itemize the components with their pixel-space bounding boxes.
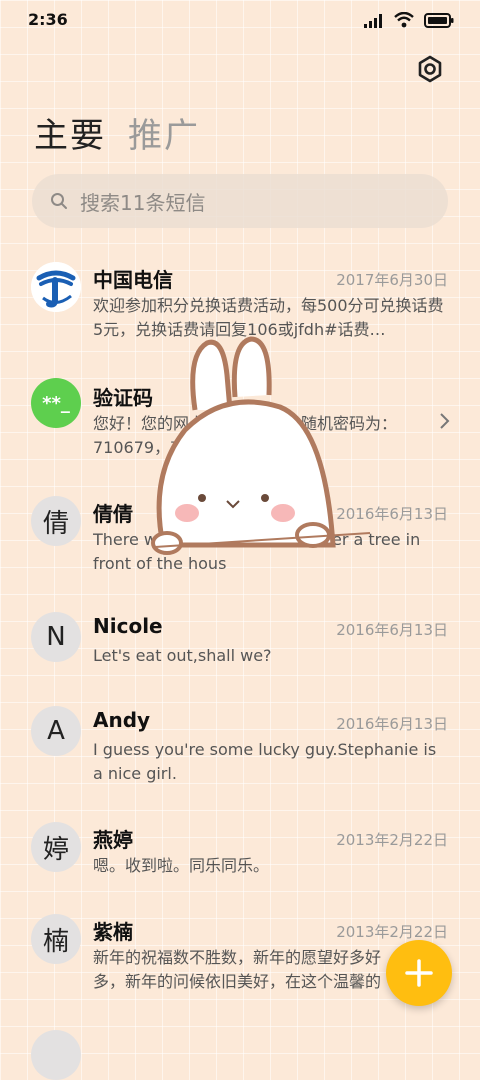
message-snippet: 欢迎参加积分兑换话费活动，每500分可兑换话费5元，兑换话费请回复106或jfd… xyxy=(93,296,444,339)
message-date: 2016年6月13日 xyxy=(336,621,448,639)
conversation-item[interactable]: 婷 燕婷 2013年2月22日 嗯。收到啦。同乐同乐。 xyxy=(0,822,480,892)
search-bar[interactable]: 搜索11条短信 xyxy=(32,174,448,228)
contact-name: Nicole xyxy=(93,614,163,638)
conversation-item[interactable]: 倩 倩倩 2016年6月13日 There was a table set ou… xyxy=(0,496,480,586)
compose-button[interactable] xyxy=(386,940,452,1006)
settings-gear-icon[interactable] xyxy=(414,53,446,85)
contact-name: 中国电信 xyxy=(93,268,173,292)
avatar: A xyxy=(31,706,81,756)
message-date: 2016年6月13日 xyxy=(336,715,448,733)
contact-name: Andy xyxy=(93,708,151,732)
search-icon xyxy=(51,193,67,209)
verification-avatar: **_ xyxy=(31,378,81,428)
avatar: 婷 xyxy=(31,822,81,872)
contact-name: 验证码 xyxy=(93,386,153,410)
tab-primary[interactable]: 主要 xyxy=(34,108,106,157)
signal-icon xyxy=(364,14,382,28)
tab-promotions[interactable]: 推广 xyxy=(128,108,200,157)
telecom-logo-avatar xyxy=(31,262,81,312)
conversation-item[interactable]: N Nicole 2016年6月13日 Let's eat out,shall … xyxy=(0,612,480,682)
avatar: 楠 xyxy=(31,914,81,964)
contact-name: 倩倩 xyxy=(93,502,133,526)
contact-name: 燕婷 xyxy=(93,828,133,852)
avatar: N xyxy=(31,612,81,662)
chevron-right-icon[interactable] xyxy=(438,412,450,430)
message-snippet: Let's eat out,shall we? xyxy=(93,646,272,665)
message-snippet: 新年的祝福数不胜数，新年的愿望好多好多，新年的问候依旧美好，在这个温馨的时刻 xyxy=(93,948,382,991)
conversation-item[interactable]: 中国电信 2017年6月30日 欢迎参加积分兑换话费活动，每500分可兑换话费5… xyxy=(0,258,480,358)
message-snippet: 您好！您的网上营业厅登录的随机密码为：710679，有效时间为3分钟 xyxy=(93,414,398,457)
message-snippet: I guess you're some lucky guy.Stephanie … xyxy=(93,740,437,783)
category-tabs: 主要 推广 xyxy=(34,108,200,157)
avatar: 倩 xyxy=(31,496,81,546)
message-snippet: 嗯。收到啦。同乐同乐。 xyxy=(93,856,270,875)
status-time: 2:36 xyxy=(28,10,68,29)
message-snippet: There was a table set out under a tree i… xyxy=(93,530,421,573)
message-date: 2017年6月30日 xyxy=(336,271,448,289)
message-date: 2013年2月22日 xyxy=(336,831,448,849)
message-date: 2013年2月22日 xyxy=(336,923,448,941)
wifi-icon xyxy=(394,12,414,28)
avatar-partial xyxy=(31,1030,81,1080)
status-bar: 2:36 xyxy=(0,0,480,40)
telecom-logo-icon xyxy=(31,262,81,312)
plus-icon xyxy=(405,959,433,987)
battery-icon xyxy=(424,13,454,28)
contact-name: 紫楠 xyxy=(93,920,133,944)
message-date: 2016年6月13日 xyxy=(336,505,448,523)
conversation-item[interactable]: **_ 验证码 您好！您的网上营业厅登录的随机密码为：710679，有效时间为3… xyxy=(0,378,480,468)
search-placeholder: 搜索11条短信 xyxy=(80,190,206,215)
conversation-item[interactable]: A Andy 2016年6月13日 I guess you're some lu… xyxy=(0,706,480,796)
